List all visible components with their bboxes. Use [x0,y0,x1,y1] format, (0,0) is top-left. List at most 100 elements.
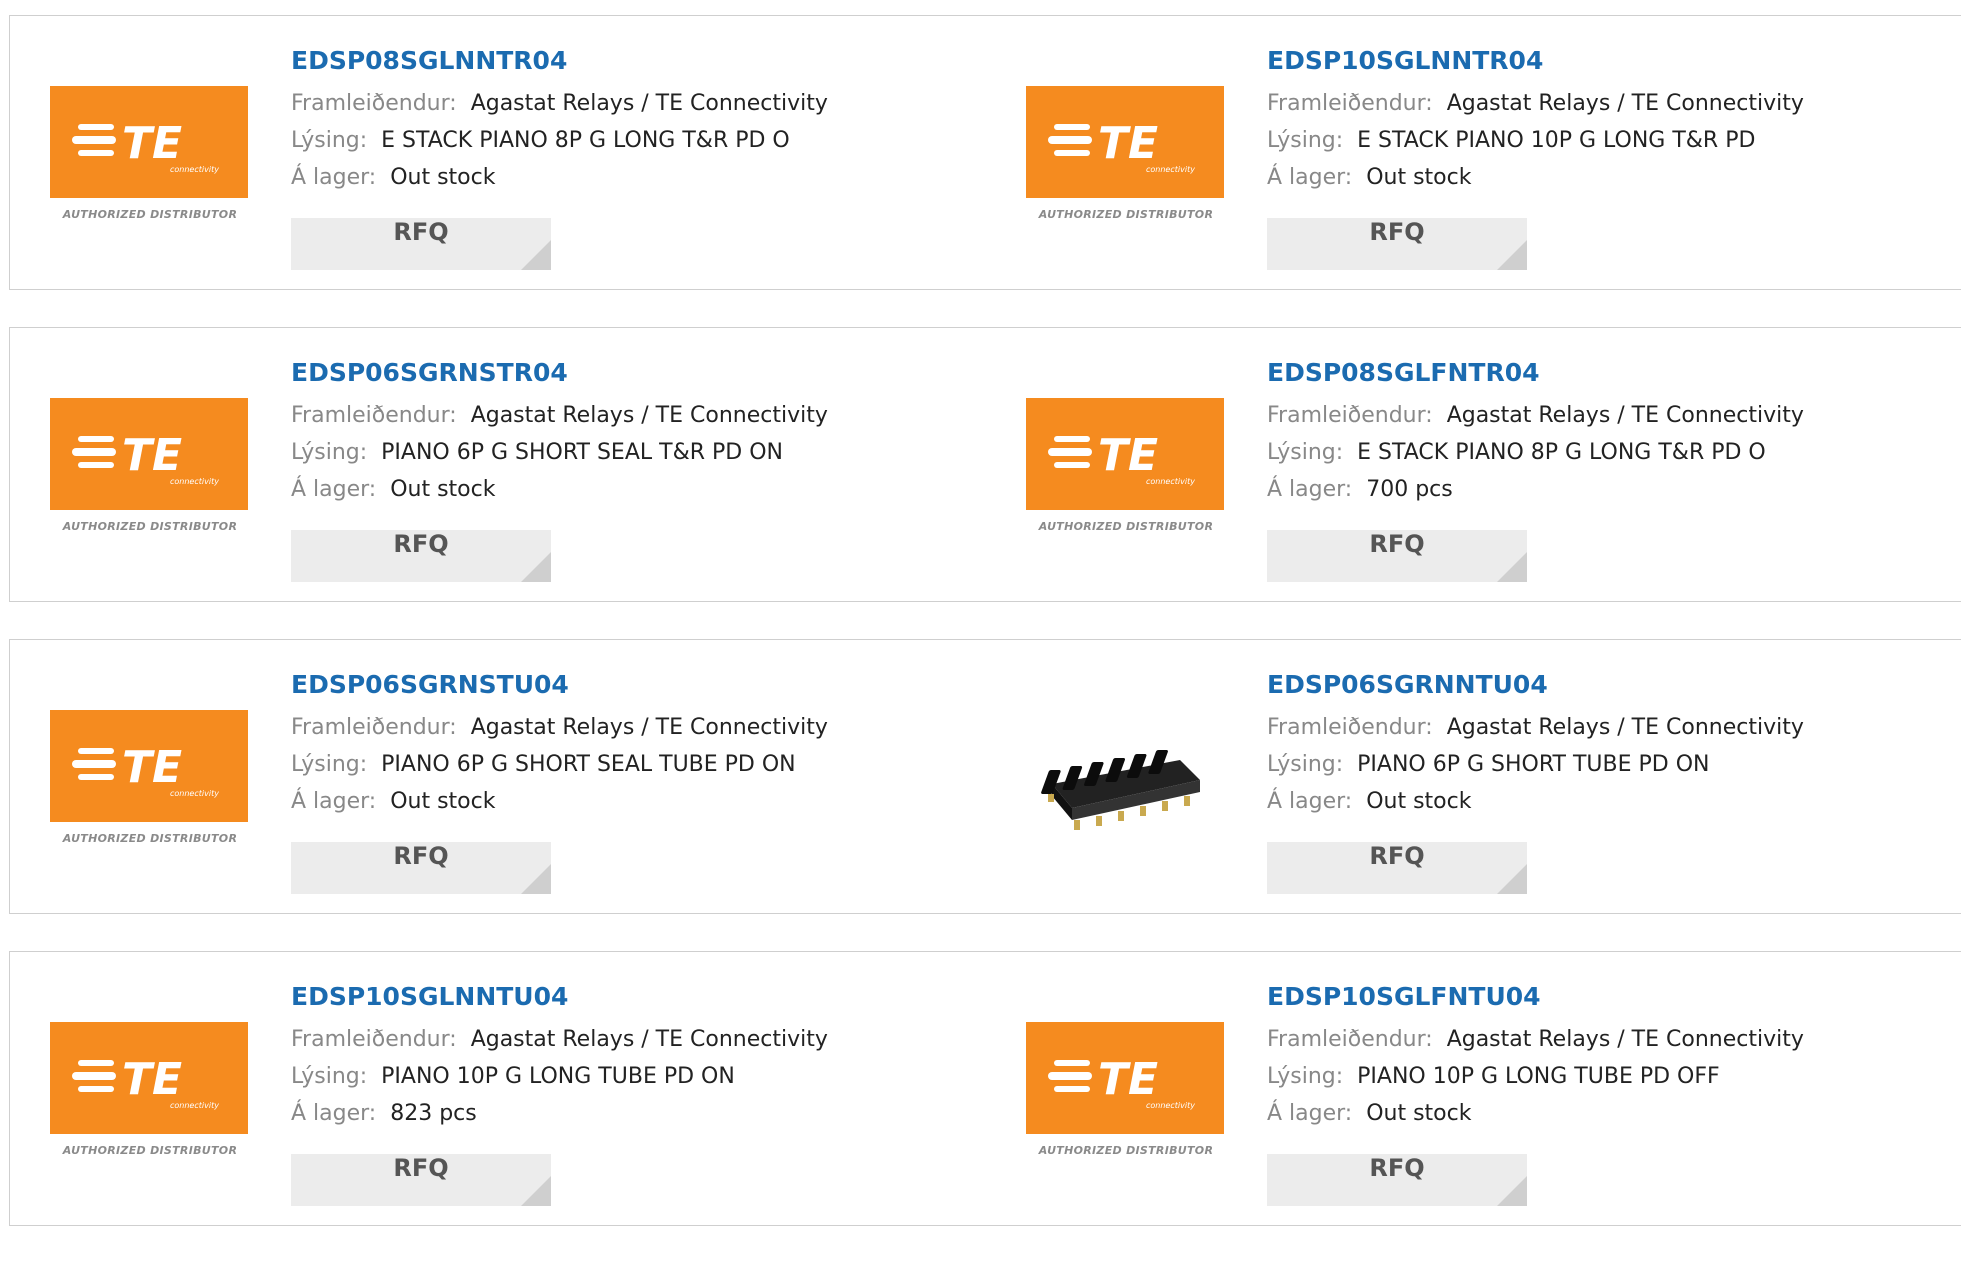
rfq-button[interactable]: RFQ [291,530,551,582]
stock-row: Á lager: Out stock [1267,1095,1804,1132]
te-logo-letters: TE [1098,118,1158,169]
product-card: TE connectivity AUTHORIZED DISTRIBUTOR E… [986,327,1961,602]
te-logo-mark-icon: TE connectivity [1048,1054,1195,1110]
product-image[interactable]: TE connectivity AUTHORIZED DISTRIBUTOR [1026,1022,1226,1176]
product-image[interactable]: TE connectivity AUTHORIZED DISTRIBUTOR [50,86,250,240]
product-image[interactable]: TE connectivity AUTHORIZED DISTRIBUTOR [50,710,250,864]
manufacturer-row: Framleiðendur: Agastat Relays / TE Connec… [291,1021,828,1058]
manufacturer-value: Agastat Relays / TE Connectivity [1446,91,1804,116]
stock-row: Á lager: Out stock [291,159,828,196]
te-connectivity-logo[interactable]: TE connectivity [50,86,248,198]
stock-label: Á lager: [1267,789,1353,814]
product-card: TE connectivity AUTHORIZED DISTRIBUTOR E… [986,15,1961,290]
product-info: EDSP08SGLFNTR04 Framleiðendur: Agastat Re… [1267,358,1804,508]
stock-value: Out stock [1366,789,1472,814]
product-card: TE connectivity AUTHORIZED DISTRIBUTOR E… [9,639,988,914]
description-row: Lýsing: E STACK PIANO 8P G LONG T&R PD O [1267,434,1804,471]
description-label: Lýsing: [291,128,368,153]
product-image[interactable]: TE connectivity AUTHORIZED DISTRIBUTOR [50,1022,250,1176]
manufacturer-value: Agastat Relays / TE Connectivity [470,91,828,116]
rfq-button[interactable]: RFQ [1267,842,1527,894]
manufacturer-label: Framleiðendur: [291,91,457,116]
part-number-link[interactable]: EDSP10SGLNNTU04 [291,982,828,1011]
description-label: Lýsing: [1267,752,1344,777]
te-logo-letters: TE [122,742,182,793]
te-connectivity-logo[interactable]: TE connectivity [50,1022,248,1134]
te-logo-letters: TE [122,118,182,169]
dip-switch-photo[interactable] [1040,724,1212,852]
description-value: PIANO 6P G SHORT SEAL TUBE PD ON [381,752,796,777]
rfq-button[interactable]: RFQ [1267,218,1527,270]
authorized-distributor-label: AUTHORIZED DISTRIBUTOR [1038,520,1214,533]
stock-label: Á lager: [291,1101,377,1126]
te-logo-sub: connectivity [1146,477,1195,486]
part-number-link[interactable]: EDSP06SGRNSTU04 [291,670,828,699]
stock-value: 823 pcs [390,1101,477,1126]
product-image[interactable] [1026,710,1226,864]
rfq-button[interactable]: RFQ [1267,530,1527,582]
stock-row: Á lager: 700 pcs [1267,471,1804,508]
stock-value: Out stock [390,165,496,190]
manufacturer-label: Framleiðendur: [1267,715,1433,740]
part-number-link[interactable]: EDSP08SGLFNTR04 [1267,358,1804,387]
product-image[interactable]: TE connectivity AUTHORIZED DISTRIBUTOR [1026,398,1226,552]
product-image[interactable]: TE connectivity AUTHORIZED DISTRIBUTOR [1026,86,1226,240]
part-number-link[interactable]: EDSP06SGRNSTR04 [291,358,828,387]
te-connectivity-logo[interactable]: TE connectivity [50,398,248,510]
description-value: PIANO 10P G LONG TUBE PD ON [381,1064,735,1089]
manufacturer-label: Framleiðendur: [291,403,457,428]
part-number-link[interactable]: EDSP06SGRNNTU04 [1267,670,1804,699]
te-connectivity-logo[interactable]: TE connectivity [50,710,248,822]
description-row: Lýsing: PIANO 10P G LONG TUBE PD ON [291,1058,828,1095]
manufacturer-label: Framleiðendur: [1267,403,1433,428]
product-info: EDSP10SGLNNTU04 Framleiðendur: Agastat Re… [291,982,828,1132]
part-number-link[interactable]: EDSP10SGLNNTR04 [1267,46,1804,75]
rfq-button[interactable]: RFQ [291,218,551,270]
description-value: E STACK PIANO 8P G LONG T&R PD O [381,128,790,153]
corner-fold-icon [521,240,551,270]
te-connectivity-logo[interactable]: TE connectivity [1026,398,1224,510]
product-row: TE connectivity AUTHORIZED DISTRIBUTOR E… [9,327,1961,602]
rfq-label: RFQ [1369,530,1425,558]
stock-value: Out stock [1366,1101,1472,1126]
rfq-button[interactable]: RFQ [291,842,551,894]
manufacturer-row: Framleiðendur: Agastat Relays / TE Connec… [1267,1021,1804,1058]
stock-value: 700 pcs [1366,477,1453,502]
manufacturer-value: Agastat Relays / TE Connectivity [470,403,828,428]
te-connectivity-logo[interactable]: TE connectivity [1026,86,1224,198]
corner-fold-icon [1497,1176,1527,1206]
product-row: TE connectivity AUTHORIZED DISTRIBUTOR E… [9,951,1961,1226]
corner-fold-icon [1497,240,1527,270]
rfq-label: RFQ [393,218,449,246]
description-row: Lýsing: PIANO 6P G SHORT SEAL T&R PD ON [291,434,828,471]
product-info: EDSP10SGLFNTU04 Framleiðendur: Agastat Re… [1267,982,1804,1132]
te-logo-mark-icon: TE connectivity [72,742,219,798]
rfq-button[interactable]: RFQ [291,1154,551,1206]
manufacturer-label: Framleiðendur: [291,715,457,740]
product-row: TE connectivity AUTHORIZED DISTRIBUTOR E… [9,639,1961,914]
te-logo-letters: TE [1098,430,1158,481]
te-logo-mark-icon: TE connectivity [72,118,219,174]
manufacturer-value: Agastat Relays / TE Connectivity [1446,1027,1804,1052]
stock-label: Á lager: [291,789,377,814]
part-number-link[interactable]: EDSP10SGLFNTU04 [1267,982,1804,1011]
te-logo-mark-icon: TE connectivity [72,430,219,486]
te-connectivity-logo[interactable]: TE connectivity [1026,1022,1224,1134]
authorized-distributor-label: AUTHORIZED DISTRIBUTOR [62,832,238,845]
stock-label: Á lager: [1267,477,1353,502]
authorized-distributor-label: AUTHORIZED DISTRIBUTOR [62,208,238,221]
rfq-button[interactable]: RFQ [1267,1154,1527,1206]
manufacturer-row: Framleiðendur: Agastat Relays / TE Connec… [291,397,828,434]
te-logo-sub: connectivity [1146,1101,1195,1110]
description-row: Lýsing: PIANO 6P G SHORT SEAL TUBE PD ON [291,746,828,783]
authorized-distributor-label: AUTHORIZED DISTRIBUTOR [62,520,238,533]
part-number-link[interactable]: EDSP08SGLNNTR04 [291,46,828,75]
product-image[interactable]: TE connectivity AUTHORIZED DISTRIBUTOR [50,398,250,552]
product-info: EDSP08SGLNNTR04 Framleiðendur: Agastat Re… [291,46,828,196]
te-logo-mark-icon: TE connectivity [1048,118,1195,174]
description-value: E STACK PIANO 8P G LONG T&R PD O [1357,440,1766,465]
manufacturer-row: Framleiðendur: Agastat Relays / TE Connec… [1267,85,1804,122]
manufacturer-label: Framleiðendur: [1267,91,1433,116]
stock-row: Á lager: Out stock [1267,783,1804,820]
product-info: EDSP06SGRNNTU04 Framleiðendur: Agastat Re… [1267,670,1804,820]
